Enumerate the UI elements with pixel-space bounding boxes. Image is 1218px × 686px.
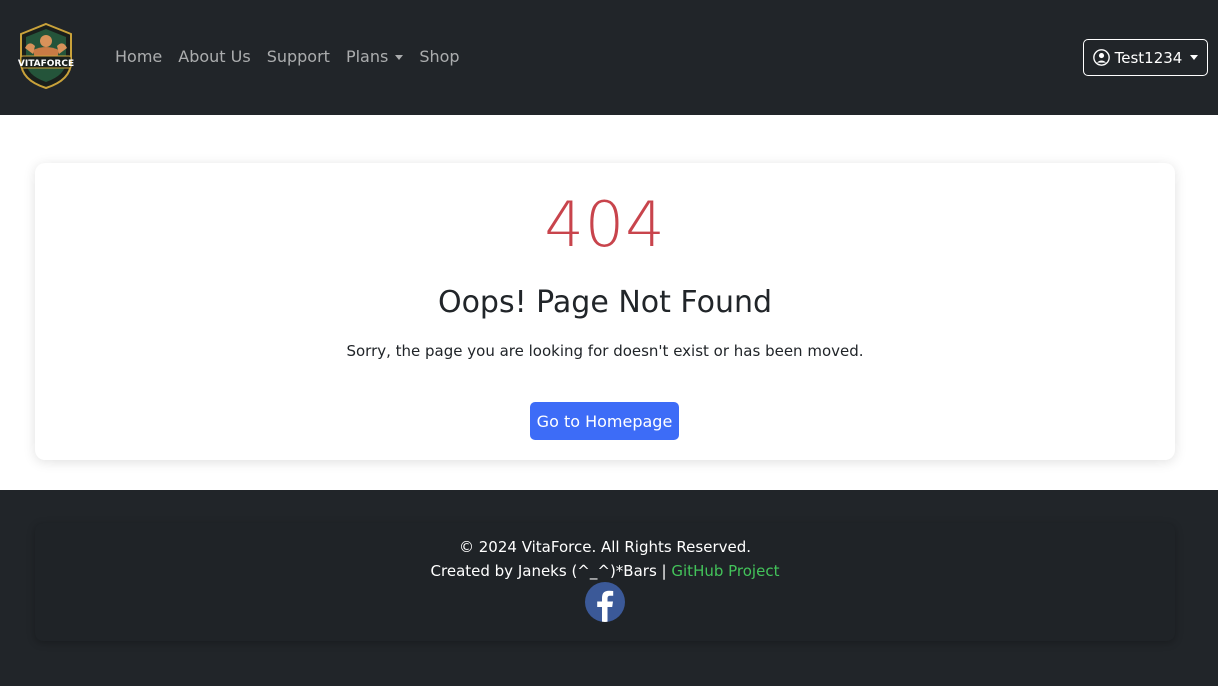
- error-title: Oops! Page Not Found: [437, 285, 773, 320]
- footer: © 2024 VitaForce. All Rights Reserved. C…: [0, 490, 1218, 686]
- main-content: 404 Oops! Page Not Found Sorry, the page…: [0, 115, 1218, 490]
- nav-plans-label: Plans: [345, 47, 389, 66]
- main-nav: Home About Us Support Plans Shop: [115, 45, 476, 69]
- footer-credit-line: Created by Janeks (^_^)*Bars | GitHub Pr…: [35, 560, 1175, 582]
- github-project-link[interactable]: GitHub Project: [671, 562, 779, 580]
- footer-credit: Created by Janeks (^_^)*Bars: [430, 562, 657, 580]
- navbar: VITAFORCE Home About Us Support Plans Sh…: [0, 0, 1218, 115]
- error-card: 404 Oops! Page Not Found Sorry, the page…: [35, 163, 1175, 460]
- nav-home[interactable]: Home: [115, 45, 162, 69]
- nav-about-us[interactable]: About Us: [178, 45, 250, 69]
- footer-panel: © 2024 VitaForce. All Rights Reserved. C…: [35, 523, 1175, 641]
- go-to-homepage-button[interactable]: Go to Homepage: [530, 402, 679, 440]
- user-menu-button[interactable]: Test1234: [1083, 39, 1208, 76]
- error-message: Sorry, the page you are looking for does…: [346, 342, 864, 360]
- nav-support[interactable]: Support: [267, 45, 330, 69]
- footer-copyright: © 2024 VitaForce. All Rights Reserved.: [458, 538, 752, 556]
- chevron-down-icon: [1190, 55, 1199, 60]
- brand-name: VITAFORCE: [18, 59, 74, 69]
- vitaforce-logo[interactable]: VITAFORCE: [15, 22, 77, 90]
- nav-plans-dropdown[interactable]: Plans: [345, 45, 404, 69]
- facebook-icon[interactable]: [585, 582, 625, 622]
- user-name: Test1234: [1114, 48, 1183, 67]
- error-code: 404: [544, 188, 666, 261]
- footer-separator: |: [661, 562, 667, 580]
- user-circle-icon: [1092, 49, 1110, 66]
- nav-shop[interactable]: Shop: [419, 45, 459, 69]
- chevron-down-icon: [395, 54, 404, 60]
